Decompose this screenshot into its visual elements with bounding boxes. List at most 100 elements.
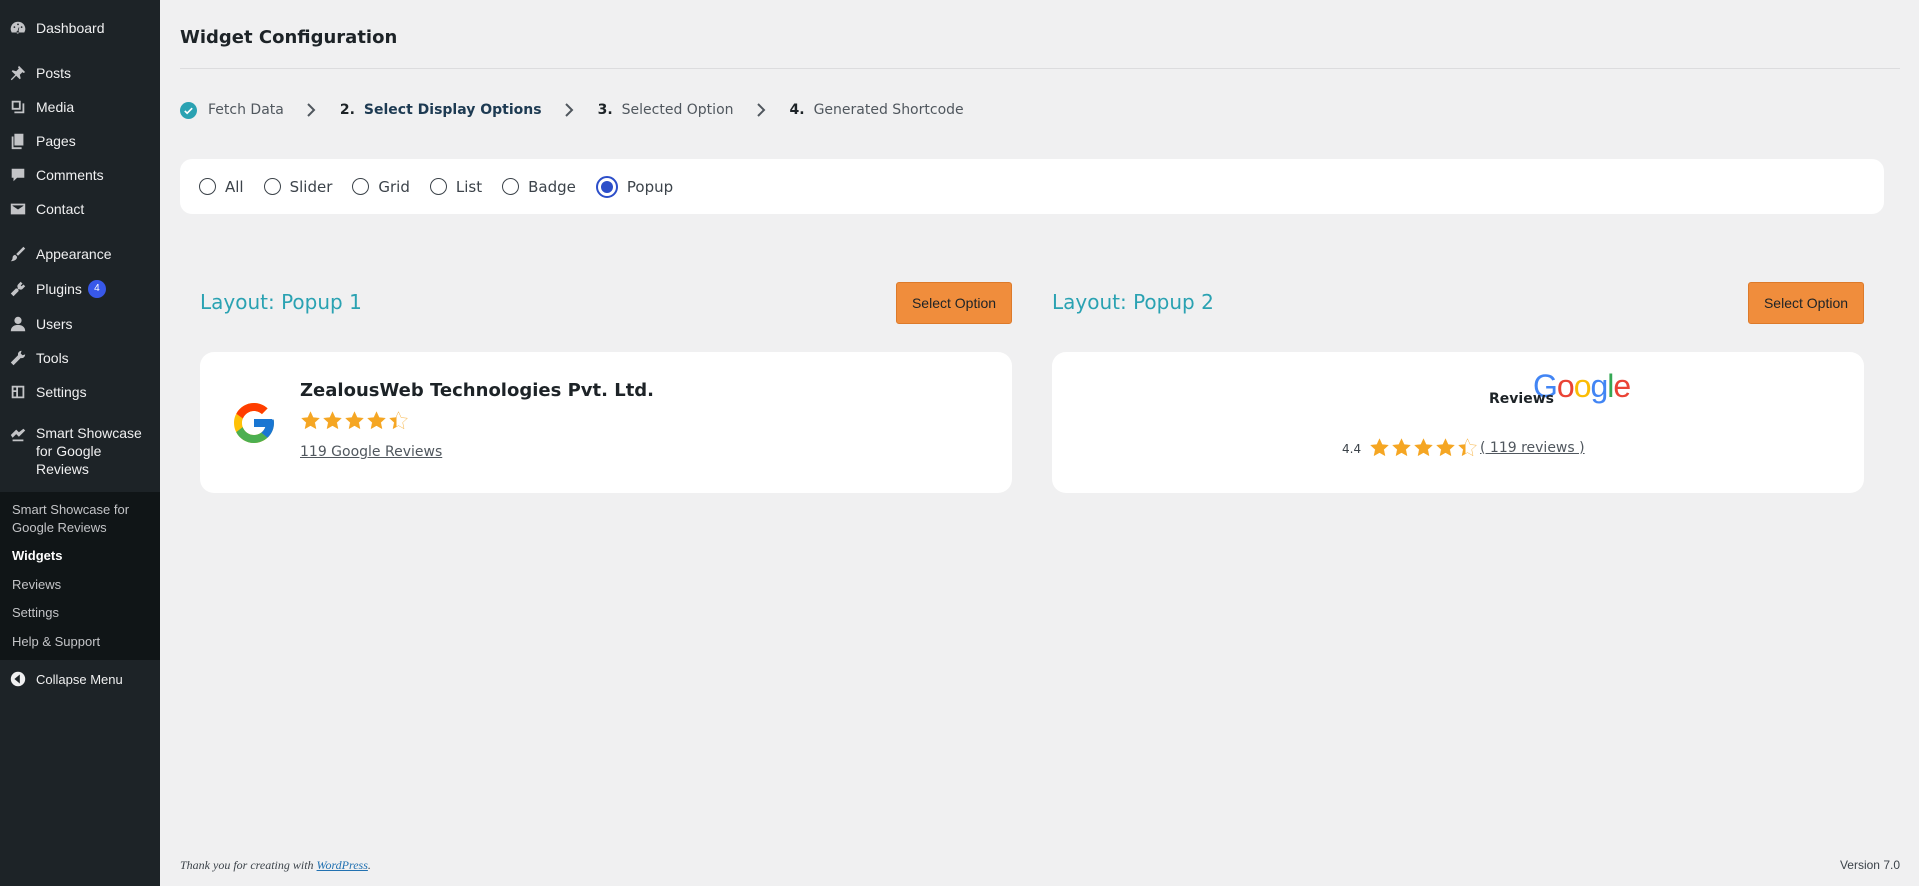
select-option-button-popup-1[interactable]: Select Option	[896, 282, 1012, 324]
dashboard-icon	[0, 19, 36, 37]
rating-number: 4.4	[1342, 442, 1362, 456]
wordpress-link[interactable]: WordPress	[317, 858, 368, 872]
radio-option-slider[interactable]: Slider	[263, 177, 333, 196]
radio-button[interactable]	[502, 178, 520, 195]
radio-option-popup[interactable]: Popup	[595, 175, 674, 198]
title-divider	[180, 68, 1900, 69]
layout-title-popup-2: Layout: Popup 2	[1052, 290, 1214, 314]
star-rating	[1369, 437, 1479, 458]
google-reviews-link[interactable]: 119 Google Reviews	[300, 444, 442, 460]
radio-button-selected[interactable]	[595, 175, 618, 198]
sidebar-item-appearance[interactable]: Appearance	[0, 237, 160, 271]
submenu-item-settings[interactable]: Settings	[12, 604, 152, 622]
submenu-item-widgets[interactable]: Widgets	[12, 547, 152, 565]
popup-1-preview-card: ZealousWeb Technologies Pvt. Ltd. 119 Go…	[200, 352, 1012, 493]
sidebar-item-label: Media	[36, 99, 75, 115]
sidebar-item-posts[interactable]: Posts	[0, 56, 160, 90]
check-icon	[180, 101, 197, 119]
footer-thanks-text: Thank you for creating with	[180, 858, 317, 872]
radio-label: Badge	[528, 177, 576, 196]
sidebar-item-label: Plugins	[36, 281, 82, 297]
star-icon	[1414, 438, 1433, 457]
sidebar-item-settings[interactable]: Settings	[0, 375, 160, 409]
sidebar-item-label: Appearance	[36, 246, 112, 262]
radio-button[interactable]	[199, 178, 216, 195]
comment-icon	[0, 166, 36, 184]
star-icon	[367, 411, 386, 430]
select-option-button-popup-2[interactable]: Select Option	[1748, 282, 1864, 324]
chevron-right-icon	[750, 102, 772, 118]
envelope-icon	[0, 200, 36, 218]
star-icon	[345, 411, 364, 430]
sidebar-item-contact[interactable]: Contact	[0, 192, 160, 226]
display-type-selector: All Slider Grid List Badge Popup	[180, 159, 1884, 214]
sidebar-item-label: Comments	[36, 167, 104, 183]
main-content: Widget Configuration Fetch Data 2. Selec…	[160, 0, 1919, 886]
sidebar-item-pages[interactable]: Pages	[0, 124, 160, 158]
sidebar-item-label: Dashboard	[36, 20, 105, 36]
star-icon	[1458, 438, 1477, 457]
radio-label: Grid	[378, 177, 410, 196]
sidebar-item-comments[interactable]: Comments	[0, 158, 160, 192]
radio-button[interactable]	[352, 178, 370, 195]
radio-option-badge[interactable]: Badge	[502, 178, 576, 196]
submenu-item-reviews[interactable]: Reviews	[12, 576, 152, 594]
layout-title-popup-1: Layout: Popup 1	[200, 290, 362, 314]
showcase-icon	[0, 424, 36, 444]
radio-button[interactable]	[263, 178, 281, 195]
media-icon	[0, 98, 36, 116]
radio-option-grid[interactable]: Grid	[352, 177, 410, 196]
sidebar-item-users[interactable]: Users	[0, 307, 160, 341]
popup-2-preview-card: Google Reviews 4.4 ( 119 reviews )	[1052, 352, 1864, 493]
step-fetch-data[interactable]: Fetch Data	[180, 101, 284, 119]
user-icon	[0, 315, 36, 333]
sidebar-item-label: Tools	[36, 350, 69, 366]
sidebar-item-media[interactable]: Media	[0, 90, 160, 124]
sidebar-item-plugins[interactable]: Plugins 4	[0, 272, 160, 306]
footer-thanks: Thank you for creating with WordPress.	[180, 858, 371, 873]
step-label: Generated Shortcode	[813, 102, 964, 118]
radio-option-all[interactable]: All	[199, 178, 244, 196]
step-label: Fetch Data	[208, 102, 284, 118]
collapse-menu-button[interactable]: Collapse Menu	[0, 662, 160, 696]
radio-label: Slider	[289, 177, 333, 196]
star-icon	[389, 411, 408, 430]
config-steps: Fetch Data 2. Select Display Options 3. …	[180, 98, 964, 122]
reviews-count-link[interactable]: ( 119 reviews )	[1480, 440, 1585, 456]
chevron-right-icon	[558, 102, 580, 118]
plugin-icon	[0, 280, 36, 298]
step-number: 4.	[789, 102, 805, 118]
sidebar-item-dashboard[interactable]: Dashboard	[0, 11, 160, 45]
sidebar-item-label: Users	[36, 316, 73, 332]
google-wordmark-letter: o	[1556, 368, 1575, 404]
step-selected-option[interactable]: 3. Selected Option	[598, 102, 734, 118]
sidebar-item-smart-showcase[interactable]: Smart Showcase for Google Reviews	[0, 424, 160, 482]
submenu-item-help-support[interactable]: Help & Support	[12, 633, 152, 651]
sidebar-item-label: Contact	[36, 201, 85, 217]
footer-version: Version 7.0	[1839, 858, 1900, 872]
radio-option-list[interactable]: List	[429, 177, 483, 196]
sidebar-item-tools[interactable]: Tools	[0, 341, 160, 375]
radio-button[interactable]	[429, 178, 447, 195]
step-label: Selected Option	[621, 102, 734, 118]
company-name: ZealousWeb Technologies Pvt. Ltd.	[300, 380, 655, 401]
sidebar-item-label: Settings	[36, 384, 87, 400]
sidebar-item-label: Smart Showcase for Google Reviews	[36, 425, 142, 477]
radio-label: Popup	[626, 177, 674, 196]
submenu-item-smart-showcase[interactable]: Smart Showcase for Google Reviews	[12, 501, 152, 537]
brush-icon	[0, 245, 36, 263]
step-number: 2.	[339, 102, 355, 118]
sidebar-item-label: Posts	[36, 65, 72, 81]
radio-label: All	[225, 177, 244, 196]
settings-icon	[0, 383, 36, 401]
radio-label: List	[455, 177, 483, 196]
pages-icon	[0, 132, 36, 150]
step-generated-shortcode[interactable]: 4. Generated Shortcode	[790, 102, 964, 118]
step-select-display-options[interactable]: 2. Select Display Options	[340, 102, 542, 118]
star-icon	[1392, 438, 1411, 457]
step-number: 3.	[597, 102, 613, 118]
sidebar-item-label: Pages	[36, 133, 76, 149]
pin-icon	[0, 64, 36, 82]
footer-thanks-suffix: .	[367, 858, 371, 872]
star-rating	[300, 410, 410, 431]
